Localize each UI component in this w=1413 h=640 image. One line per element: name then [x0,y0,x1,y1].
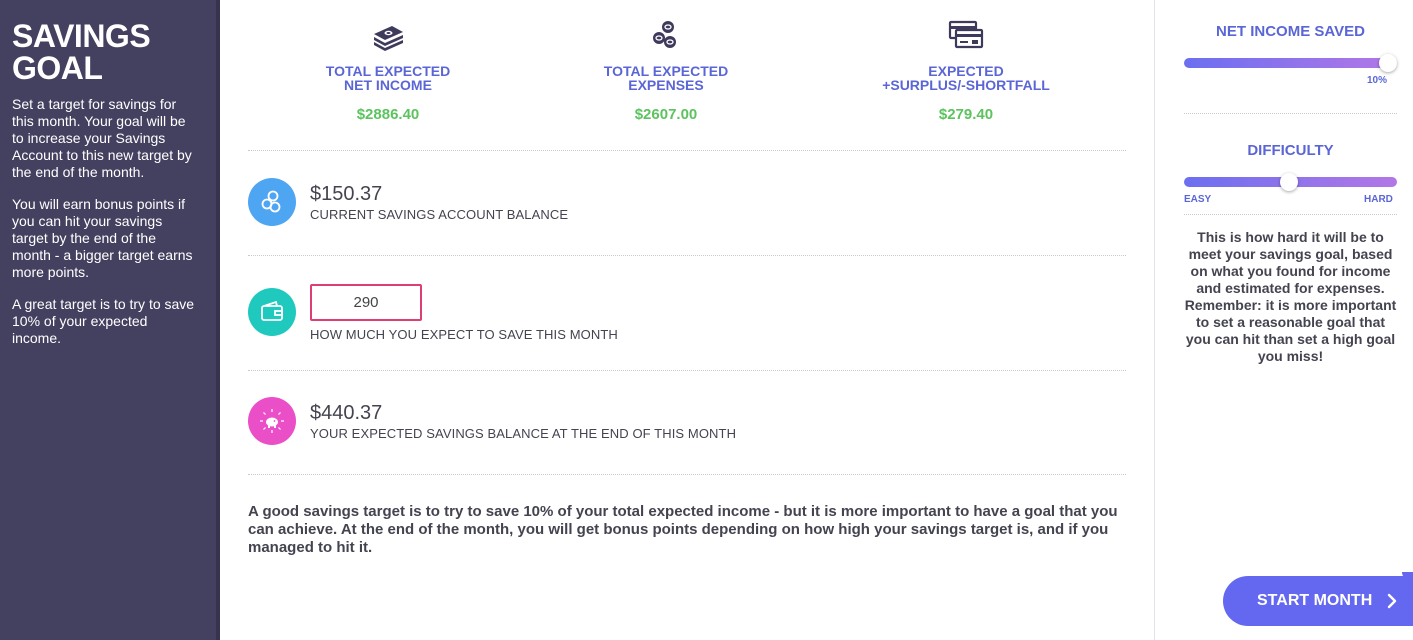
current-balance-value: $150.37 [310,183,383,205]
stat-surplus-label-1: EXPECTED [928,63,1004,79]
money-stack-icon [374,26,403,51]
stat-net-income-label-2: NET INCOME [344,77,432,93]
start-month-label: START MONTH [1257,592,1373,609]
sidebar: SAVINGS GOAL Set a target for savings fo… [0,0,220,640]
expected-save-row: HOW MUCH YOU EXPECT TO SAVE THIS MONTH [248,284,1126,344]
current-balance-label: CURRENT SAVINGS ACCOUNT BALANCE [310,207,569,222]
stat-surplus-value: $279.40 [938,106,994,123]
net-income-saved-title: NET INCOME SAVED [1216,23,1365,40]
page-title: SAVINGS GOAL [12,18,151,86]
coins-icon [261,190,281,213]
stat-surplus: EXPECTED +SURPLUS/-SHORTFALL $279.40 [866,18,1066,123]
current-balance-row: $150.37 CURRENT SAVINGS ACCOUNT BALANCE [248,178,1126,228]
stat-net-income-label-1: TOTAL EXPECTED [325,63,451,79]
piggy-bank-icon-circle [248,397,296,445]
difficulty-title: DIFFICULTY [1247,142,1334,159]
difficulty-slider-thumb [1280,173,1298,191]
coins-icon [653,21,676,48]
sidebar-target-text: A great target is to try to save 10% of … [12,296,195,346]
difficulty-easy-label: EASY [1184,194,1212,205]
savings-advice-text: A good savings target is to try to save … [248,503,1118,556]
savings-target-label: HOW MUCH YOU EXPECT TO SAVE THIS MONTH [310,327,618,342]
divider [248,370,1126,371]
piggy-bank-icon [260,409,284,433]
wallet-icon-circle [248,288,296,336]
net-income-saved-slider[interactable] [1184,54,1397,72]
wallet-icon [261,300,283,321]
difficulty-hard-label: HARD [1364,194,1393,205]
stat-surplus-label-2: +SURPLUS/-SHORTFALL [882,77,1050,93]
divider [248,474,1126,475]
right-panel: NET INCOME SAVED 10% DIFFICULTY EASY HAR… [1154,0,1413,640]
credit-card-icon [948,20,984,49]
coins-icon-circle [248,178,296,226]
chevron-right-icon [1388,593,1397,609]
net-income-saved-percent: 10% [1367,75,1388,86]
divider [1184,214,1397,215]
sidebar-intro-text: Set a target for savings for this month.… [12,96,192,180]
divider [248,255,1126,256]
stat-expenses-label-1: TOTAL EXPECTED [603,63,729,79]
projected-balance-value: $440.37 [310,402,383,424]
stat-expenses: TOTAL EXPECTED EXPENSES $2607.00 [566,18,766,123]
difficulty-slider [1184,173,1397,191]
start-month-button[interactable]: START MONTH [1223,572,1413,626]
stat-net-income: TOTAL EXPECTED NET INCOME $2886.40 [288,18,488,123]
stat-expenses-label-2: EXPENSES [628,77,704,93]
divider [248,150,1126,151]
divider [1184,113,1397,114]
difficulty-description: This is how hard it will be to meet your… [1184,229,1397,364]
main-content: TOTAL EXPECTED NET INCOME $2886.40 TOTAL… [220,0,1154,640]
savings-target-input[interactable] [310,284,422,321]
stat-net-income-value: $2886.40 [356,106,420,123]
stat-expenses-value: $2607.00 [634,106,698,123]
sidebar-bonus-text: You will earn bonus points if you can hi… [12,196,193,280]
net-income-saved-slider-thumb[interactable] [1379,54,1397,72]
projected-balance-label: YOUR EXPECTED SAVINGS BALANCE AT THE END… [310,426,737,441]
projected-balance-row: $440.37 YOUR EXPECTED SAVINGS BALANCE AT… [248,397,1126,447]
